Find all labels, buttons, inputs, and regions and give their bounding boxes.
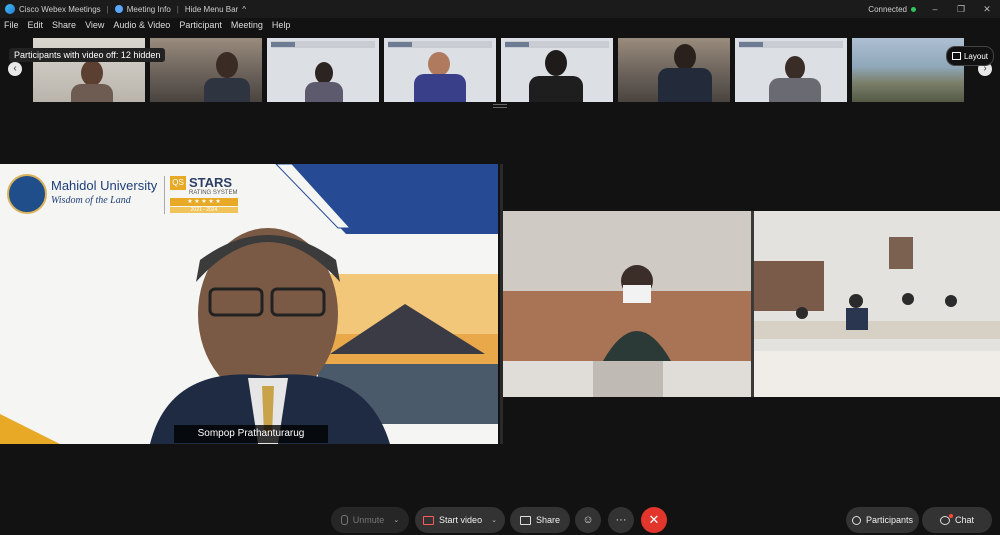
menu-help[interactable]: Help: [272, 20, 291, 36]
filmstrip-resize-handle[interactable]: [493, 104, 507, 108]
participant-video-tile[interactable]: [267, 38, 379, 102]
more-icon: ···: [615, 514, 627, 526]
filmstrip-left-button[interactable]: ‹: [8, 62, 22, 76]
logo-divider: [164, 176, 165, 214]
microphone-muted-icon: [340, 515, 348, 525]
status-dot-icon: [911, 6, 916, 12]
university-name: Mahidol University: [51, 178, 158, 193]
participant-video-tile[interactable]: [735, 38, 847, 102]
participant-video-tile[interactable]: [852, 38, 964, 102]
chevron-down-icon[interactable]: ⌄: [393, 516, 399, 524]
participant-video-tile[interactable]: [384, 38, 496, 102]
start-video-label: Start video: [439, 515, 483, 525]
chat-button[interactable]: Chat: [922, 507, 992, 533]
active-speaker-video: Mahidol University Wisdom of the Land QS…: [0, 164, 498, 444]
participant-video-tile[interactable]: [150, 38, 262, 102]
chat-icon: [939, 513, 953, 525]
speaker-name-tag: Sompop Prathanturarug: [174, 425, 328, 443]
chat-label: Chat: [954, 515, 974, 525]
end-call-button[interactable]: ✕: [641, 507, 667, 533]
participants-icon: [851, 515, 861, 525]
reactions-button[interactable]: ☺: [575, 507, 601, 533]
menu-meeting[interactable]: Meeting: [231, 20, 263, 36]
connection-status-label: Connected: [868, 4, 907, 14]
app-title: Cisco Webex Meetings: [0, 4, 101, 14]
menu-file[interactable]: File: [4, 20, 19, 36]
participants-label: Participants: [865, 515, 914, 525]
menu-edit[interactable]: Edit: [28, 20, 44, 36]
camera-off-icon: [423, 515, 435, 525]
unmute-button[interactable]: Unmute ⌄: [331, 507, 409, 533]
end-call-icon: ✕: [648, 512, 660, 527]
participant-video-tile[interactable]: [618, 38, 730, 102]
layout-label: Layout: [963, 51, 989, 61]
menu-view[interactable]: View: [85, 20, 104, 36]
qs-logo: QS: [170, 176, 186, 190]
meeting-info-label: Meeting Info: [126, 4, 171, 14]
title-bar: Cisco Webex Meetings | Meeting Info | Hi…: [0, 0, 1000, 18]
secondary-video: [503, 211, 1000, 397]
info-icon: [114, 5, 123, 13]
menu-audio-video[interactable]: Audio & Video: [113, 20, 170, 36]
close-window-button[interactable]: ✕: [980, 4, 994, 15]
meeting-info-button[interactable]: Meeting Info: [114, 4, 171, 14]
university-tagline: Wisdom of the Land: [51, 195, 131, 206]
menu-bar: File Edit Share View Audio & Video Parti…: [0, 20, 290, 36]
unread-badge: [948, 513, 953, 518]
hide-menu-bar-label: Hide Menu Bar: [184, 4, 239, 14]
qs-year-label: 2021 - 2024: [170, 207, 238, 213]
restore-button[interactable]: ❐: [954, 4, 968, 15]
chevron-down-icon[interactable]: ⌄: [491, 516, 497, 524]
hidden-participants-tooltip: Participants with video off: 12 hidden: [9, 48, 166, 62]
qs-stars-icon: ★ ★ ★ ★ ★: [170, 198, 238, 206]
share-label: Share: [535, 515, 561, 525]
menu-participant[interactable]: Participant: [179, 20, 222, 36]
layout-button[interactable]: Layout: [946, 46, 994, 66]
unmute-label: Unmute: [352, 515, 385, 525]
menu-share[interactable]: Share: [52, 20, 76, 36]
share-button[interactable]: Share: [510, 507, 570, 533]
qs-rating-label: RATING SYSTEM: [189, 190, 238, 196]
more-options-button[interactable]: ···: [608, 507, 634, 533]
title-separator: |: [106, 4, 109, 14]
layout-icon: [951, 52, 961, 60]
share-screen-icon: [519, 515, 531, 525]
webex-logo-icon: [5, 4, 15, 14]
hide-menu-bar-button[interactable]: Hide Menu Bar ^: [185, 5, 246, 14]
mahidol-logo-icon: [7, 174, 47, 214]
qs-stars-title: STARS: [189, 175, 233, 190]
participant-video-tile[interactable]: [501, 38, 613, 102]
participants-button[interactable]: Participants: [846, 507, 919, 533]
start-video-button[interactable]: Start video ⌄: [415, 507, 505, 533]
room-video-scene: [503, 211, 1000, 397]
minimize-button[interactable]: –: [928, 4, 942, 14]
smiley-icon: ☺: [582, 514, 594, 526]
title-separator: |: [176, 4, 179, 14]
connection-status: Connected: [868, 5, 916, 14]
speaker-background: [0, 164, 498, 444]
chevron-up-icon: ^: [242, 4, 246, 14]
app-name: Cisco Webex Meetings: [19, 4, 101, 14]
